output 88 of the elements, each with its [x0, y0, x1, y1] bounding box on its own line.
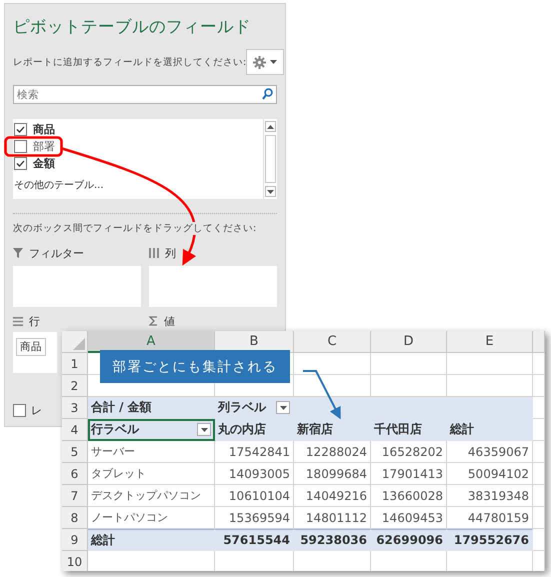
table-cell: デスクトップパソコン — [88, 485, 215, 507]
field-item[interactable]: 部署 — [14, 138, 57, 155]
table-cell: 千代田店 — [371, 419, 447, 441]
area-label: 行 — [29, 314, 40, 328]
table-cell: 59238036 — [294, 529, 371, 551]
drop-area[interactable]: 商品 — [13, 332, 57, 373]
table-cell — [533, 463, 545, 485]
row-number: 5 — [62, 441, 88, 463]
table-cell: 14049216 — [294, 485, 371, 507]
callout-tooltip: 部署ごとにも集計される — [100, 350, 290, 383]
scroll-thumb[interactable] — [265, 135, 276, 183]
pane-title: ピボットテーブルのフィールド — [13, 16, 251, 38]
column-label-cell: 列ラベル — [215, 397, 533, 419]
table-cell: 丸の内店 — [215, 419, 294, 441]
row-number: 3 — [62, 397, 88, 419]
table-cell: 合計 / 金額 — [88, 397, 215, 419]
table-cell — [533, 485, 545, 507]
scrollbar[interactable] — [263, 119, 277, 199]
area-label: 列 — [165, 246, 176, 260]
table-cell — [533, 397, 545, 419]
column-header[interactable]: C — [294, 331, 371, 353]
rows-icon — [13, 316, 23, 326]
drag-hint-text: 次のボックス間でフィールドをドラッグしてください: — [13, 222, 256, 235]
column-header[interactable]: E — [447, 331, 533, 353]
checkbox[interactable] — [13, 404, 26, 417]
table-cell — [533, 375, 545, 397]
table-cell: 総計 — [88, 529, 215, 551]
table-cell: 38319348 — [447, 485, 533, 507]
column-header[interactable]: D — [371, 331, 447, 353]
table-cell: 17542841 — [215, 441, 294, 463]
gear-icon — [253, 56, 266, 68]
table-cell: タブレット — [88, 463, 215, 485]
table-cell: 16528202 — [371, 441, 447, 463]
table-cell: サーバー — [88, 441, 215, 463]
sigma-icon — [149, 316, 158, 326]
table-cell: 62699096 — [371, 529, 447, 551]
table-cell: 12288024 — [294, 441, 371, 463]
table-cell — [533, 353, 545, 375]
row-number: 9 — [62, 529, 88, 551]
table-cell: 179552676 — [447, 529, 533, 551]
area-field-chip[interactable]: 商品 — [16, 338, 46, 356]
row-number: 6 — [62, 463, 88, 485]
corner-triangle-icon — [73, 338, 85, 350]
table-cell: 10610104 — [215, 485, 294, 507]
scroll-down-button[interactable] — [265, 186, 276, 197]
defer-update-label: レ — [31, 403, 42, 418]
search-field[interactable]: 検索 — [13, 85, 277, 104]
field-item[interactable]: 金額 — [14, 155, 57, 172]
table-cell — [533, 507, 545, 529]
row-number: 7 — [62, 485, 88, 507]
table-cell: 18099684 — [294, 463, 371, 485]
search-icon[interactable] — [262, 88, 273, 100]
row-number: 10 — [62, 551, 88, 571]
table-cell: 14093005 — [215, 463, 294, 485]
caret-icon — [280, 406, 286, 410]
scroll-up-button[interactable] — [265, 121, 276, 132]
table-cell — [533, 419, 545, 441]
filter-dropdown-button[interactable] — [197, 423, 211, 436]
row-number: 1 — [62, 353, 88, 375]
row-label-cell[interactable]: 行ラベル — [88, 419, 215, 441]
table-cell: 新宿店 — [294, 419, 371, 441]
more-tables-link[interactable]: その他のテーブル... — [14, 178, 263, 192]
table-cell: 46359067 — [447, 441, 533, 463]
instruction-text: レポートに追加するフィールドを選択してください: — [13, 56, 246, 68]
pointer-arrow — [303, 370, 341, 420]
checkbox[interactable] — [14, 123, 27, 136]
caret-icon — [270, 60, 278, 64]
checkbox[interactable] — [14, 140, 27, 153]
table-cell: 13660028 — [371, 485, 447, 507]
field-item[interactable]: 商品 — [14, 121, 57, 138]
row-number: 2 — [62, 375, 88, 397]
area-label: フィルター — [29, 246, 84, 260]
area-label: 値 — [164, 314, 175, 328]
table-cell: 17901413 — [371, 463, 447, 485]
table-cell — [533, 441, 545, 463]
caret-icon — [267, 124, 274, 128]
row-number: 4 — [62, 419, 88, 441]
checkbox[interactable] — [14, 157, 27, 170]
settings-button[interactable] — [246, 49, 284, 75]
caret-icon — [267, 190, 274, 194]
filter-icon — [13, 248, 23, 258]
columns-icon — [149, 248, 159, 258]
row-number: 8 — [62, 507, 88, 529]
table-cell: 総計 — [447, 419, 533, 441]
filter-dropdown-button[interactable] — [276, 401, 290, 414]
table-cell: 50094102 — [447, 463, 533, 485]
table-cell: 57615544 — [215, 529, 294, 551]
table-cell — [533, 529, 545, 551]
